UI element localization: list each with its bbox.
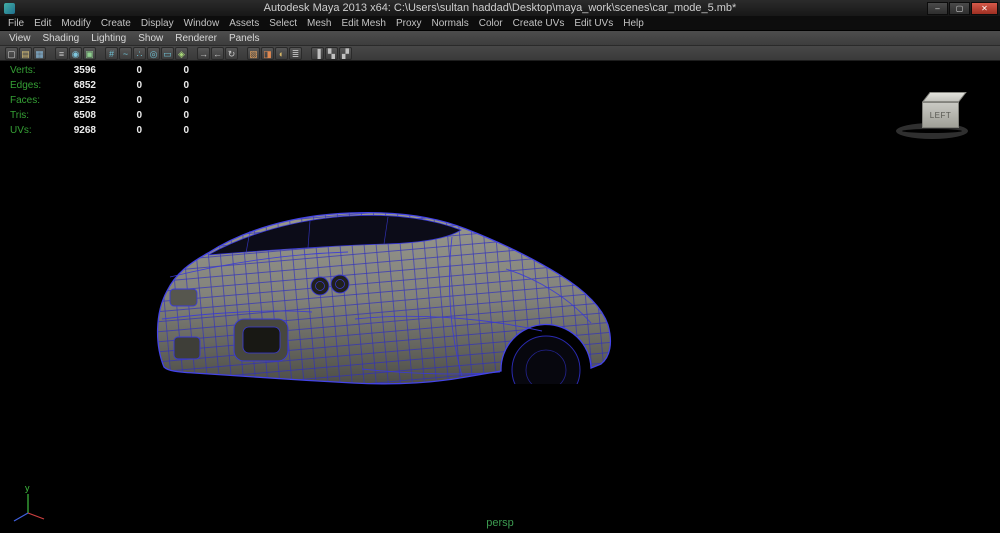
poly-count-total: 6852 xyxy=(62,80,96,91)
perspective-viewport[interactable]: Verts: 3596 0 0 Edges: 6852 0 0 Faces: 3… xyxy=(0,61,1000,533)
poly-count-selected: 0 xyxy=(96,110,142,121)
poly-count-total: 3596 xyxy=(62,65,96,76)
poly-count-component: 0 xyxy=(142,80,189,91)
poly-count-selected: 0 xyxy=(96,125,142,136)
window-title: Autodesk Maya 2013 x64: C:\Users\sultan … xyxy=(0,0,1000,16)
panel-menu-view[interactable]: View xyxy=(3,31,37,46)
menu-edit-uvs[interactable]: Edit UVs xyxy=(569,16,618,31)
panel-menu-show[interactable]: Show xyxy=(132,31,169,46)
minimize-button[interactable]: – xyxy=(927,2,948,15)
snap-to-curve-icon[interactable]: ~ xyxy=(119,47,132,60)
poly-count-selected: 0 xyxy=(96,80,142,91)
poly-count-total: 6508 xyxy=(62,110,96,121)
panel-menu-bar: View Shading Lighting Show Renderer Pane… xyxy=(0,31,1000,46)
ground-mask xyxy=(480,384,630,397)
camera-name-label: persp xyxy=(486,517,514,529)
channel-box-toggle-icon[interactable]: ▞ xyxy=(339,47,352,60)
poly-count-component: 0 xyxy=(142,125,189,136)
y-axis-label: y xyxy=(25,483,30,493)
poly-count-row: UVs: 9268 0 0 xyxy=(10,123,189,138)
poly-count-total: 3252 xyxy=(62,95,96,106)
output-connections-icon[interactable]: ← xyxy=(211,47,224,60)
input-connections-icon[interactable]: → xyxy=(197,47,210,60)
menu-window[interactable]: Window xyxy=(179,16,225,31)
menu-select[interactable]: Select xyxy=(264,16,302,31)
menu-create-uvs[interactable]: Create UVs xyxy=(508,16,570,31)
new-scene-icon[interactable]: ▢ xyxy=(5,47,18,60)
menu-display[interactable]: Display xyxy=(136,16,179,31)
x-axis-line xyxy=(28,513,44,519)
poly-count-label: Verts: xyxy=(10,65,62,76)
panel-menu-shading[interactable]: Shading xyxy=(37,31,86,46)
menu-file[interactable]: File xyxy=(3,16,29,31)
view-cube-left-face[interactable]: LEFT xyxy=(922,102,959,128)
car-exhaust-right xyxy=(331,275,349,293)
menu-color[interactable]: Color xyxy=(474,16,508,31)
poly-count-component: 0 xyxy=(142,95,189,106)
title-bar: Autodesk Maya 2013 x64: C:\Users\sultan … xyxy=(0,0,1000,16)
panel-menu-panels[interactable]: Panels xyxy=(223,31,266,46)
view-cube-top-face[interactable] xyxy=(922,92,967,102)
menu-proxy[interactable]: Proxy xyxy=(391,16,427,31)
snap-to-view-plane-icon[interactable]: ▭ xyxy=(161,47,174,60)
car-rear-grille-inner xyxy=(243,327,280,353)
maximize-button[interactable]: ▢ xyxy=(949,2,970,15)
select-by-hierarchy-icon[interactable]: ≡ xyxy=(55,47,68,60)
close-button[interactable]: ✕ xyxy=(971,2,998,15)
menu-normals[interactable]: Normals xyxy=(427,16,474,31)
snap-to-grid-icon[interactable]: # xyxy=(105,47,118,60)
poly-count-total: 9268 xyxy=(62,125,96,136)
car-rear-vent xyxy=(174,337,200,359)
maya-window: Autodesk Maya 2013 x64: C:\Users\sultan … xyxy=(0,0,1000,533)
poly-count-label: UVs: xyxy=(10,125,62,136)
menu-help[interactable]: Help xyxy=(618,16,649,31)
menu-assets[interactable]: Assets xyxy=(224,16,264,31)
panel-menu-renderer[interactable]: Renderer xyxy=(169,31,223,46)
window-controls: – ▢ ✕ xyxy=(927,2,998,15)
status-line-toolbar: ▢ ▤ ▦ ≡ ◉ ▣ # ~ ∴ ◎ ▭ ◈ → ← ↻ ▧ xyxy=(0,46,1000,61)
poly-count-row: Verts: 3596 0 0 xyxy=(10,63,189,78)
poly-count-component: 0 xyxy=(142,65,189,76)
car-model[interactable] xyxy=(150,207,630,397)
make-live-icon[interactable]: ◈ xyxy=(175,47,188,60)
open-render-view-icon[interactable]: ▧ xyxy=(247,47,260,60)
maya-app-icon xyxy=(4,3,15,14)
poly-count-label: Faces: xyxy=(10,95,62,106)
z-axis-line xyxy=(14,513,28,521)
panel-menu-lighting[interactable]: Lighting xyxy=(85,31,132,46)
menu-mesh[interactable]: Mesh xyxy=(302,16,336,31)
poly-count-selected: 0 xyxy=(96,95,142,106)
tool-settings-toggle-icon[interactable]: ▚ xyxy=(325,47,338,60)
poly-count-row: Faces: 3252 0 0 xyxy=(10,93,189,108)
axis-indicator: y xyxy=(6,481,52,527)
snap-to-point-icon[interactable]: ∴ xyxy=(133,47,146,60)
menu-modify[interactable]: Modify xyxy=(56,16,95,31)
snap-to-center-icon[interactable]: ◎ xyxy=(147,47,160,60)
poly-count-label: Tris: xyxy=(10,110,62,121)
render-current-frame-icon[interactable]: ◨ xyxy=(261,47,274,60)
poly-count-selected: 0 xyxy=(96,65,142,76)
ipr-render-icon[interactable]: ◐ xyxy=(275,47,288,60)
select-by-component-icon[interactable]: ▣ xyxy=(83,47,96,60)
poly-count-row: Edges: 6852 0 0 xyxy=(10,78,189,93)
attribute-editor-toggle-icon[interactable]: ▐ xyxy=(311,47,324,60)
car-taillight-left xyxy=(170,289,197,306)
menu-edit-mesh[interactable]: Edit Mesh xyxy=(336,16,390,31)
construction-history-icon[interactable]: ↻ xyxy=(225,47,238,60)
menu-edit[interactable]: Edit xyxy=(29,16,56,31)
render-settings-icon[interactable]: ≣ xyxy=(289,47,302,60)
menu-create[interactable]: Create xyxy=(96,16,136,31)
car-exhaust-left xyxy=(311,277,329,295)
main-menu-bar: File Edit Modify Create Display Window A… xyxy=(0,16,1000,31)
poly-count-row: Tris: 6508 0 0 xyxy=(10,108,189,123)
poly-count-component: 0 xyxy=(142,110,189,121)
view-cube[interactable]: LEFT xyxy=(890,83,986,159)
poly-count-label: Edges: xyxy=(10,80,62,91)
select-by-object-icon[interactable]: ◉ xyxy=(69,47,82,60)
save-scene-icon[interactable]: ▦ xyxy=(33,47,46,60)
open-scene-icon[interactable]: ▤ xyxy=(19,47,32,60)
poly-count-hud: Verts: 3596 0 0 Edges: 6852 0 0 Faces: 3… xyxy=(10,63,189,138)
